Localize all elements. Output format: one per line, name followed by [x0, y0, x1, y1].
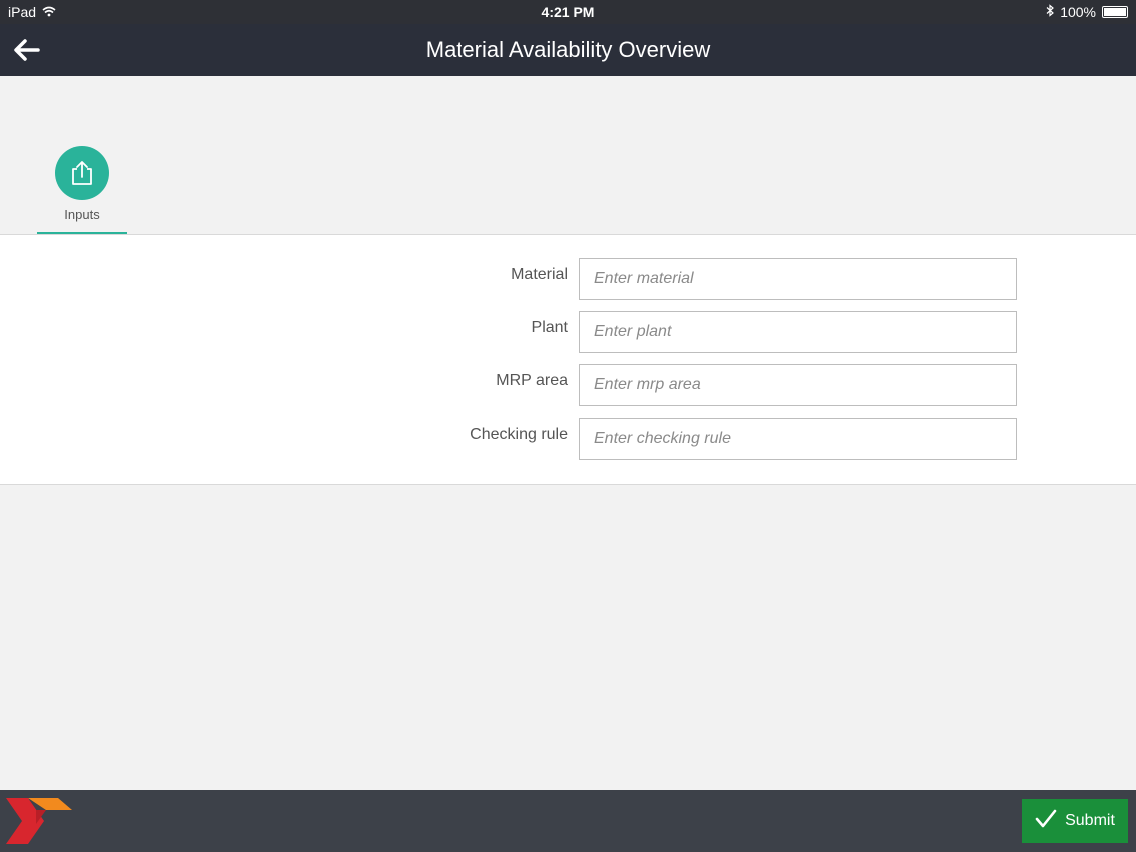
navigation-bar: Material Availability Overview	[0, 24, 1136, 76]
checking-rule-row: Checking rule	[0, 418, 1136, 462]
status-bar: iPad 4:21 PM 100%	[0, 0, 1136, 24]
footer-bar: Submit	[0, 790, 1136, 852]
share-upload-icon	[55, 146, 109, 200]
material-row: Material	[0, 258, 1136, 302]
battery-icon	[1102, 6, 1128, 18]
brand-logo	[6, 798, 76, 844]
tab-inputs-label: Inputs	[64, 207, 100, 222]
plant-row: Plant	[0, 311, 1136, 355]
tab-bar: Inputs	[0, 76, 1136, 235]
submit-label: Submit	[1065, 812, 1115, 829]
submit-button[interactable]: Submit	[1022, 799, 1128, 843]
mrp-area-input[interactable]	[579, 364, 1017, 406]
checking-rule-label: Checking rule	[470, 426, 568, 443]
mrp-area-row: MRP area	[0, 364, 1136, 408]
checking-rule-input[interactable]	[579, 418, 1017, 460]
page-title: Material Availability Overview	[425, 37, 711, 62]
material-input[interactable]	[579, 258, 1017, 300]
mrp-area-label: MRP area	[496, 372, 568, 389]
status-time: 4:21 PM	[541, 4, 595, 20]
tab-active-indicator	[37, 232, 127, 234]
status-right: 100%	[1046, 4, 1128, 20]
tab-inputs[interactable]: Inputs	[37, 146, 127, 234]
checkmark-icon	[1035, 809, 1057, 834]
bluetooth-icon	[1046, 4, 1055, 20]
plant-input[interactable]	[579, 311, 1017, 353]
battery-percent: 100%	[1060, 4, 1096, 20]
plant-label: Plant	[531, 319, 568, 336]
input-form: Material Plant MRP area Checking rule	[0, 235, 1136, 485]
material-label: Material	[511, 266, 568, 283]
